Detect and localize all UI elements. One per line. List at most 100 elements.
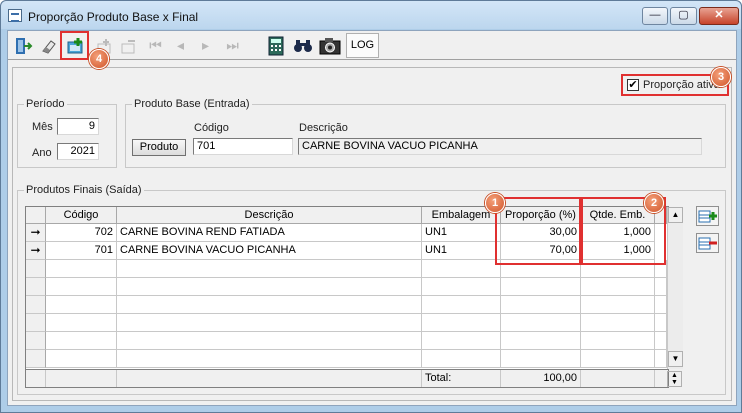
grid-vertical-scrollbar[interactable]: ▲ ▼ bbox=[667, 207, 683, 369]
mes-label: Mês bbox=[32, 121, 53, 133]
title-bar[interactable]: Proporção Produto Base x Final — ▢ ✕ bbox=[1, 1, 741, 29]
scroll-down-icon[interactable]: ▼ bbox=[668, 351, 683, 367]
clear-button[interactable] bbox=[36, 33, 61, 58]
highlight-proporcao-column bbox=[495, 197, 581, 265]
empty-cell bbox=[117, 260, 422, 278]
header-descricao[interactable]: Descrição bbox=[117, 207, 422, 224]
proportion-active-label: Proporção ativa bbox=[643, 79, 721, 91]
empty-cell bbox=[422, 350, 501, 368]
camera-icon bbox=[319, 38, 340, 55]
empty-cell bbox=[655, 278, 667, 296]
first-record-button[interactable]: ⏮ bbox=[143, 33, 168, 58]
empty-cell bbox=[422, 332, 501, 350]
empty-cell bbox=[655, 314, 667, 332]
application-window: Proporção Produto Base x Final — ▢ ✕ ⏮ ◂… bbox=[0, 0, 742, 413]
empty-cell bbox=[501, 278, 581, 296]
binoculars-icon bbox=[293, 40, 312, 52]
total-label: Total: bbox=[422, 370, 501, 387]
remove-row-button[interactable] bbox=[696, 233, 719, 253]
total-value: 100,00 bbox=[501, 370, 581, 387]
footer-spin-icon[interactable]: ▲ ▼ bbox=[667, 371, 682, 387]
cell-codigo[interactable]: 701 bbox=[46, 242, 117, 260]
prev-record-button[interactable]: ◂ bbox=[168, 33, 193, 58]
header-codigo[interactable]: Código bbox=[46, 207, 117, 224]
cell-embalagem[interactable]: UN1 bbox=[422, 224, 501, 242]
cell-descricao[interactable]: CARNE BOVINA VACUO PICANHA bbox=[117, 242, 422, 260]
log-button[interactable]: LOG bbox=[346, 33, 379, 58]
first-disabled-icon: ⏮ bbox=[149, 37, 162, 53]
scroll-up-icon[interactable]: ▲ bbox=[668, 207, 683, 223]
footer-descricao bbox=[117, 370, 422, 387]
close-button[interactable]: ✕ bbox=[699, 7, 739, 25]
empty-cell bbox=[581, 278, 655, 296]
annotation-badge-4: 4 bbox=[89, 49, 109, 69]
produto-button[interactable]: Produto bbox=[132, 139, 186, 156]
camera-button[interactable] bbox=[317, 33, 342, 58]
codigo-label: Código bbox=[194, 122, 229, 134]
empty-cell bbox=[655, 332, 667, 350]
empty-cell bbox=[581, 314, 655, 332]
mes-field[interactable]: 9 bbox=[57, 118, 99, 135]
eraser-icon bbox=[41, 40, 56, 54]
add-row-button[interactable] bbox=[696, 206, 719, 226]
footer-qtde bbox=[581, 370, 655, 387]
empty-cell bbox=[26, 260, 46, 278]
empty-cell bbox=[422, 260, 501, 278]
maximize-button[interactable]: ▢ bbox=[670, 7, 697, 25]
cell-descricao[interactable]: CARNE BOVINA REND FATIADA bbox=[117, 224, 422, 242]
empty-cell bbox=[46, 332, 117, 350]
empty-cell bbox=[46, 314, 117, 332]
empty-cell bbox=[581, 332, 655, 350]
search-button[interactable] bbox=[290, 33, 315, 58]
minimize-button[interactable]: — bbox=[642, 7, 668, 25]
empty-cell bbox=[26, 314, 46, 332]
empty-cell bbox=[422, 314, 501, 332]
annotation-badge-1: 1 bbox=[485, 193, 505, 213]
proportion-active-checkbox[interactable]: ✔ bbox=[627, 79, 639, 91]
delete-disabled-icon bbox=[121, 40, 135, 54]
header-indicator bbox=[26, 207, 46, 224]
grid-footer: Total: 100,00 ▲ ▼ bbox=[26, 369, 682, 387]
produto-base-group: Produto Base (Entrada) bbox=[125, 98, 726, 168]
empty-cell bbox=[46, 260, 117, 278]
delete-button[interactable] bbox=[116, 33, 141, 58]
empty-cell bbox=[46, 350, 117, 368]
next-record-button[interactable]: ▸ bbox=[193, 33, 218, 58]
last-disabled-icon: ⏭ bbox=[226, 37, 239, 53]
empty-cell bbox=[26, 296, 46, 314]
last-record-button[interactable]: ⏭ bbox=[220, 33, 245, 58]
prev-disabled-icon: ◂ bbox=[176, 37, 185, 53]
empty-cell bbox=[501, 296, 581, 314]
exit-icon bbox=[15, 38, 32, 54]
ano-field[interactable]: 2021 bbox=[57, 143, 99, 160]
empty-cell bbox=[422, 278, 501, 296]
calculator-icon bbox=[268, 36, 283, 56]
produtos-finais-group-label: Produtos Finais (Saída) bbox=[24, 184, 144, 196]
empty-cell bbox=[26, 350, 46, 368]
exit-button[interactable] bbox=[10, 33, 35, 58]
produto-codigo-field[interactable]: 701 bbox=[193, 138, 293, 155]
footer-codigo bbox=[46, 370, 117, 387]
next-disabled-icon: ▸ bbox=[201, 37, 210, 53]
highlight-add-button bbox=[60, 31, 89, 60]
row-indicator-icon: ➞ bbox=[26, 224, 46, 242]
empty-cell bbox=[117, 332, 422, 350]
empty-cell bbox=[581, 296, 655, 314]
remove-row-icon bbox=[698, 237, 717, 250]
empty-cell bbox=[655, 296, 667, 314]
app-icon bbox=[8, 9, 22, 22]
empty-cell bbox=[46, 296, 117, 314]
empty-cell bbox=[501, 332, 581, 350]
empty-cell bbox=[46, 278, 117, 296]
descricao-label: Descrição bbox=[299, 122, 348, 134]
empty-cell bbox=[422, 296, 501, 314]
annotation-badge-3: 3 bbox=[711, 67, 731, 87]
cell-embalagem[interactable]: UN1 bbox=[422, 242, 501, 260]
produto-descricao-field: CARNE BOVINA VACUO PICANHA bbox=[298, 138, 702, 155]
cell-codigo[interactable]: 702 bbox=[46, 224, 117, 242]
calculator-button[interactable] bbox=[263, 33, 288, 58]
empty-cell bbox=[117, 278, 422, 296]
periodo-group-label: Período bbox=[24, 98, 67, 110]
add-row-icon bbox=[698, 210, 717, 223]
annotation-badge-2: 2 bbox=[644, 193, 664, 213]
